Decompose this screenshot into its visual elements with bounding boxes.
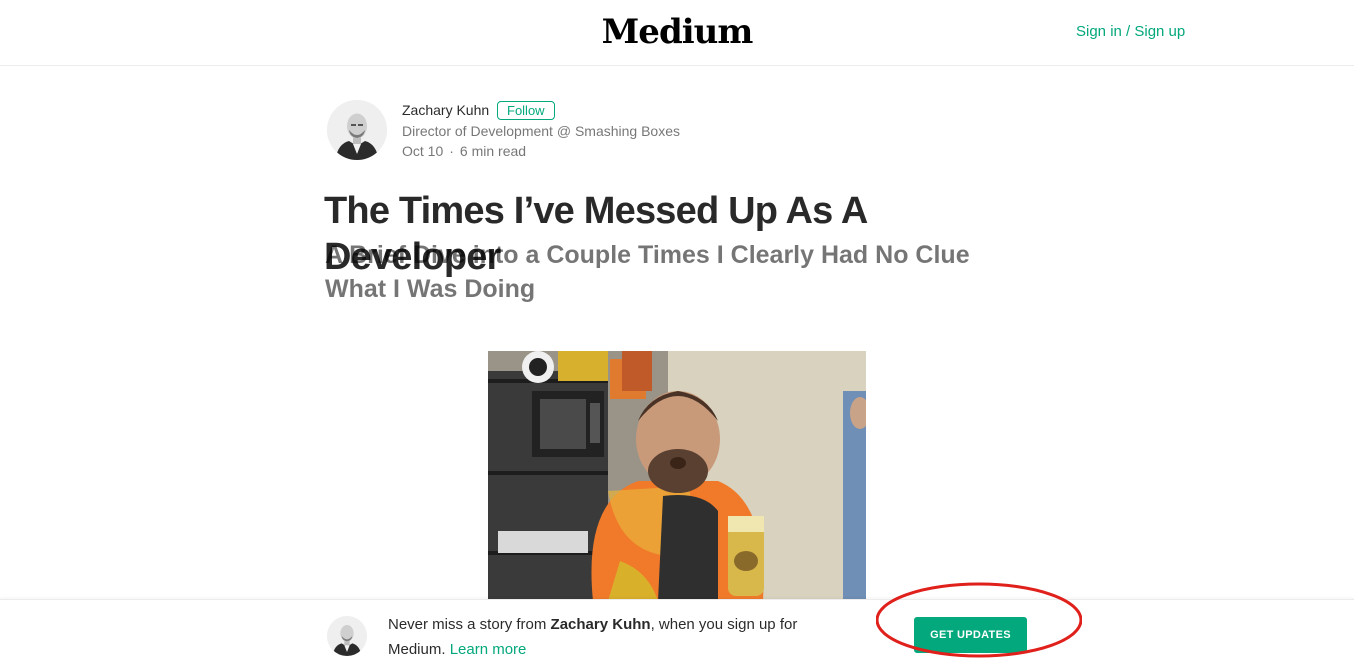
- follow-button[interactable]: Follow: [497, 101, 555, 120]
- signup-message: Never miss a story from Zachary Kuhn, wh…: [388, 612, 828, 658]
- photo-illustration: [488, 351, 866, 601]
- person-icon: [327, 616, 367, 656]
- author-avatar[interactable]: [327, 100, 387, 160]
- author-bio: Director of Development @ Smashing Boxes: [402, 123, 680, 139]
- sign-in-link[interactable]: Sign in / Sign up: [1076, 23, 1185, 40]
- author-name[interactable]: Zachary Kuhn: [402, 102, 489, 118]
- get-updates-button[interactable]: GET UPDATES: [914, 617, 1027, 653]
- learn-more-link[interactable]: Learn more: [450, 641, 527, 658]
- signup-author-name: Zachary Kuhn: [550, 616, 651, 633]
- signup-banner: Never miss a story from Zachary Kuhn, wh…: [0, 599, 1354, 658]
- person-icon: [327, 100, 387, 160]
- post-date[interactable]: Oct 10: [402, 143, 443, 159]
- footer-author-avatar[interactable]: [327, 616, 367, 656]
- top-bar: Medium Sign in / Sign up: [0, 0, 1354, 66]
- meta-separator: ·: [449, 143, 454, 159]
- post-meta: Oct 10 · 6 min read: [402, 143, 526, 159]
- article-subtitle: A Brief Dive into a Couple Times I Clear…: [325, 241, 970, 303]
- hero-image[interactable]: [488, 351, 866, 601]
- read-time: 6 min read: [459, 143, 527, 159]
- signup-text-before: Never miss a story from: [388, 616, 551, 633]
